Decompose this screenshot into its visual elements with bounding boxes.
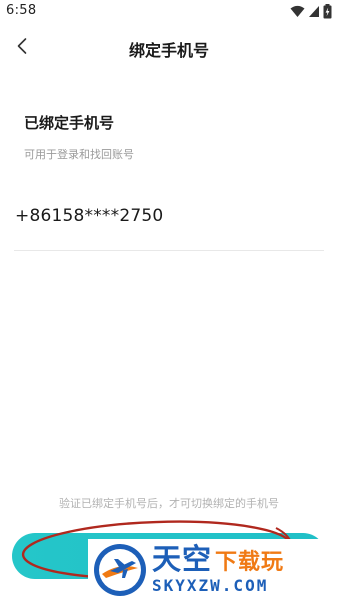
watermark-text: 天空 下载玩 SKYXZW.COM <box>152 545 284 594</box>
divider <box>14 250 324 251</box>
watermark-brand-main: 天空 <box>152 542 213 576</box>
bound-phone-subtitle: 可用于登录和找回账号 <box>24 148 134 161</box>
bound-phone-number: +86158****2750 <box>15 206 164 226</box>
switch-hint-text: 验证已绑定手机号后，才可切换绑定的手机号 <box>59 497 279 510</box>
watermark-brand-accent: 下载玩 <box>215 550 285 575</box>
status-time: 6:58 <box>6 3 37 18</box>
watermark-domain: SKYXZW.COM <box>152 576 269 595</box>
bind-phone-screen: 6:58 绑定手机号 已绑定手机号 可用于登录和找回账号 +86158****2… <box>0 0 338 600</box>
cellular-icon <box>308 5 320 18</box>
navigation-bar: 绑定手机号 <box>0 28 338 68</box>
watermark: 天空 下载玩 SKYXZW.COM <box>88 539 338 600</box>
page-title: 绑定手机号 <box>128 41 209 60</box>
skyxzw-logo-icon <box>94 543 146 596</box>
wifi-icon <box>290 5 305 18</box>
bound-phone-title: 已绑定手机号 <box>24 114 115 132</box>
status-bar: 6:58 <box>0 0 338 24</box>
battery-charging-icon <box>323 4 332 19</box>
status-icons <box>290 4 332 19</box>
